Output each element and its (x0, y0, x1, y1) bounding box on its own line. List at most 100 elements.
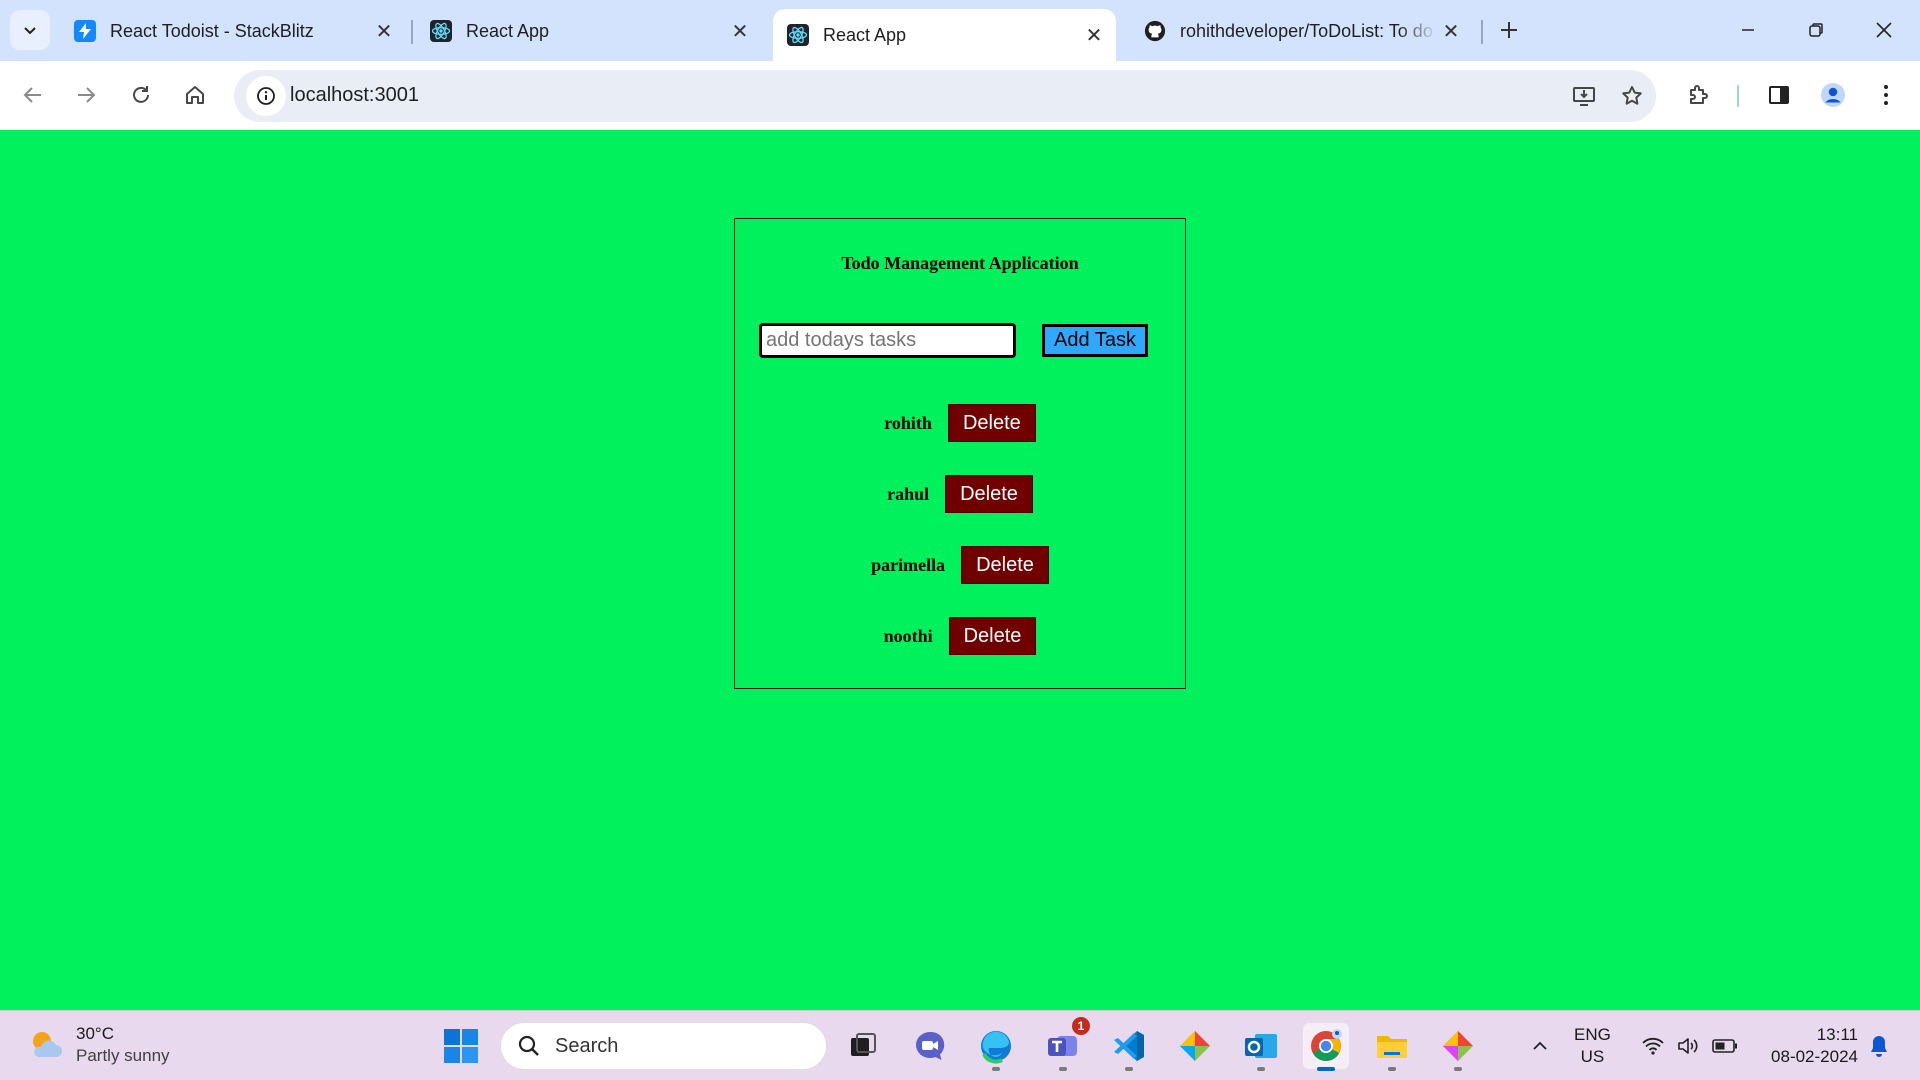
browser-menu-button[interactable] (1866, 75, 1906, 115)
tab-stackblitz[interactable]: React Todoist - StackBlitz ✕ (60, 10, 406, 52)
diamond-app-icon (1180, 1031, 1210, 1061)
weather-desc: Partly sunny (76, 1046, 170, 1065)
chevron-down-icon (24, 27, 36, 35)
tab-title: React App (823, 24, 907, 45)
react-icon (787, 24, 809, 46)
star-icon (1622, 86, 1642, 105)
tab-react-app-active[interactable]: React App ✕ (773, 9, 1116, 61)
battery-status[interactable] (1708, 1011, 1742, 1080)
running-indicator (1125, 1067, 1133, 1071)
task-name: rahul (887, 483, 930, 504)
volume-status[interactable] (1673, 1011, 1703, 1080)
running-indicator (1257, 1067, 1265, 1071)
taskbar-app-vscode[interactable] (1106, 1023, 1152, 1071)
taskbar-app-teams[interactable]: 1 (1040, 1017, 1090, 1071)
taskbar-app-diamond-2[interactable] (1435, 1023, 1481, 1071)
site-info-button[interactable] (246, 76, 286, 116)
install-app-button[interactable] (1564, 76, 1604, 116)
restore-icon (1809, 23, 1823, 37)
battery-icon (1712, 1039, 1737, 1053)
bookmark-button[interactable] (1612, 76, 1652, 116)
list-item: rahul Delete (735, 475, 1185, 513)
bell-icon (1871, 1036, 1887, 1057)
lang-line1: ENG (1574, 1025, 1611, 1044)
search-icon (518, 1035, 539, 1056)
puzzle-icon (1690, 85, 1708, 104)
delete-button[interactable]: Delete (961, 546, 1049, 584)
running-indicator (1059, 1067, 1067, 1071)
windows-taskbar: 30°C Partly sunny Search 1 ENG US 13:11 … (0, 1010, 1920, 1080)
running-indicator (1317, 1067, 1335, 1071)
stackblitz-icon (74, 20, 96, 42)
notification-badge: 1 (1072, 1017, 1090, 1035)
app-title: Todo Management Application (841, 253, 1079, 273)
new-tab-button[interactable] (1493, 14, 1525, 46)
speaker-icon (1678, 1038, 1698, 1054)
taskbar-app-chrome[interactable] (1303, 1023, 1349, 1071)
weather-widget[interactable]: 30°C Partly sunny (26, 1023, 170, 1067)
reload-button[interactable] (121, 75, 161, 115)
minimize-icon (1742, 29, 1754, 31)
delete-button[interactable]: Delete (947, 404, 1036, 442)
show-hidden-icons-button[interactable] (1522, 1011, 1558, 1080)
close-icon[interactable]: ✕ (370, 17, 398, 45)
chevron-up-icon (1533, 1041, 1547, 1050)
taskbar-app-edge[interactable] (973, 1023, 1019, 1071)
extensions-button[interactable] (1678, 75, 1718, 115)
home-icon (186, 86, 204, 104)
restore-button[interactable] (1796, 10, 1836, 50)
info-icon (257, 87, 275, 105)
avatar-icon (1821, 83, 1845, 107)
delete-button[interactable]: Delete (948, 617, 1037, 655)
task-input[interactable] (759, 323, 1016, 358)
tab-separator (411, 20, 413, 44)
address-bar[interactable]: localhost:3001 (234, 70, 1656, 122)
tab-react-app-1[interactable]: React App ✕ (416, 10, 762, 52)
clock-date: 08-02-2024 (1771, 1047, 1858, 1066)
close-icon[interactable]: ✕ (1080, 21, 1108, 49)
notifications-button[interactable] (1864, 1011, 1894, 1080)
taskbar-app-task-view[interactable] (840, 1023, 886, 1069)
install-icon (1573, 87, 1595, 106)
add-task-button[interactable]: Add Task (1042, 324, 1148, 357)
taskbar-app-chat[interactable] (907, 1023, 953, 1069)
weather-temp: 30°C (76, 1024, 114, 1043)
side-panel-button[interactable] (1759, 75, 1799, 115)
back-button[interactable] (13, 75, 53, 115)
chat-icon (916, 1031, 945, 1060)
url-text[interactable]: localhost:3001 (290, 84, 419, 107)
close-icon[interactable]: ✕ (1437, 17, 1465, 45)
list-item: rohith Delete (735, 404, 1185, 442)
react-icon (430, 20, 452, 42)
task-name: rohith (884, 412, 932, 433)
outlook-icon (1245, 1034, 1277, 1058)
tab-search-button[interactable] (10, 10, 50, 50)
todo-card: Todo Management Application Add Task roh… (734, 218, 1186, 689)
arrow-left-icon (23, 87, 41, 103)
wifi-status[interactable] (1638, 1011, 1668, 1080)
tab-github[interactable]: rohithdeveloper/ToDoList: To do ✕ (1130, 10, 1473, 52)
delete-button[interactable]: Delete (945, 475, 1033, 513)
minimize-button[interactable] (1728, 10, 1768, 50)
close-icon[interactable]: ✕ (726, 17, 754, 45)
task-name: noothi (883, 625, 933, 646)
github-icon (1144, 20, 1166, 42)
side-panel-icon (1769, 86, 1789, 104)
taskbar-app-file-explorer[interactable] (1369, 1023, 1415, 1071)
tab-title: rohithdeveloper/ToDoList: To do (1180, 20, 1433, 41)
forward-button[interactable] (66, 75, 106, 115)
taskbar-search[interactable]: Search (500, 1022, 827, 1070)
plus-icon (1501, 22, 1517, 38)
system-clock[interactable]: 13:11 08-02-2024 (1758, 1024, 1858, 1068)
folder-icon (1377, 1036, 1407, 1058)
browser-tab-bar: React Todoist - StackBlitz ✕ React App ✕… (0, 0, 1920, 61)
taskbar-app-outlook[interactable] (1238, 1023, 1284, 1071)
profile-button[interactable] (1813, 75, 1853, 115)
start-button[interactable] (438, 1023, 484, 1069)
taskbar-app-snipping[interactable] (1172, 1023, 1218, 1069)
reload-icon (133, 86, 149, 103)
close-window-button[interactable] (1864, 10, 1904, 50)
home-button[interactable] (175, 75, 215, 115)
wifi-icon (1642, 1037, 1664, 1055)
language-indicator[interactable]: ENG US (1574, 1024, 1611, 1068)
